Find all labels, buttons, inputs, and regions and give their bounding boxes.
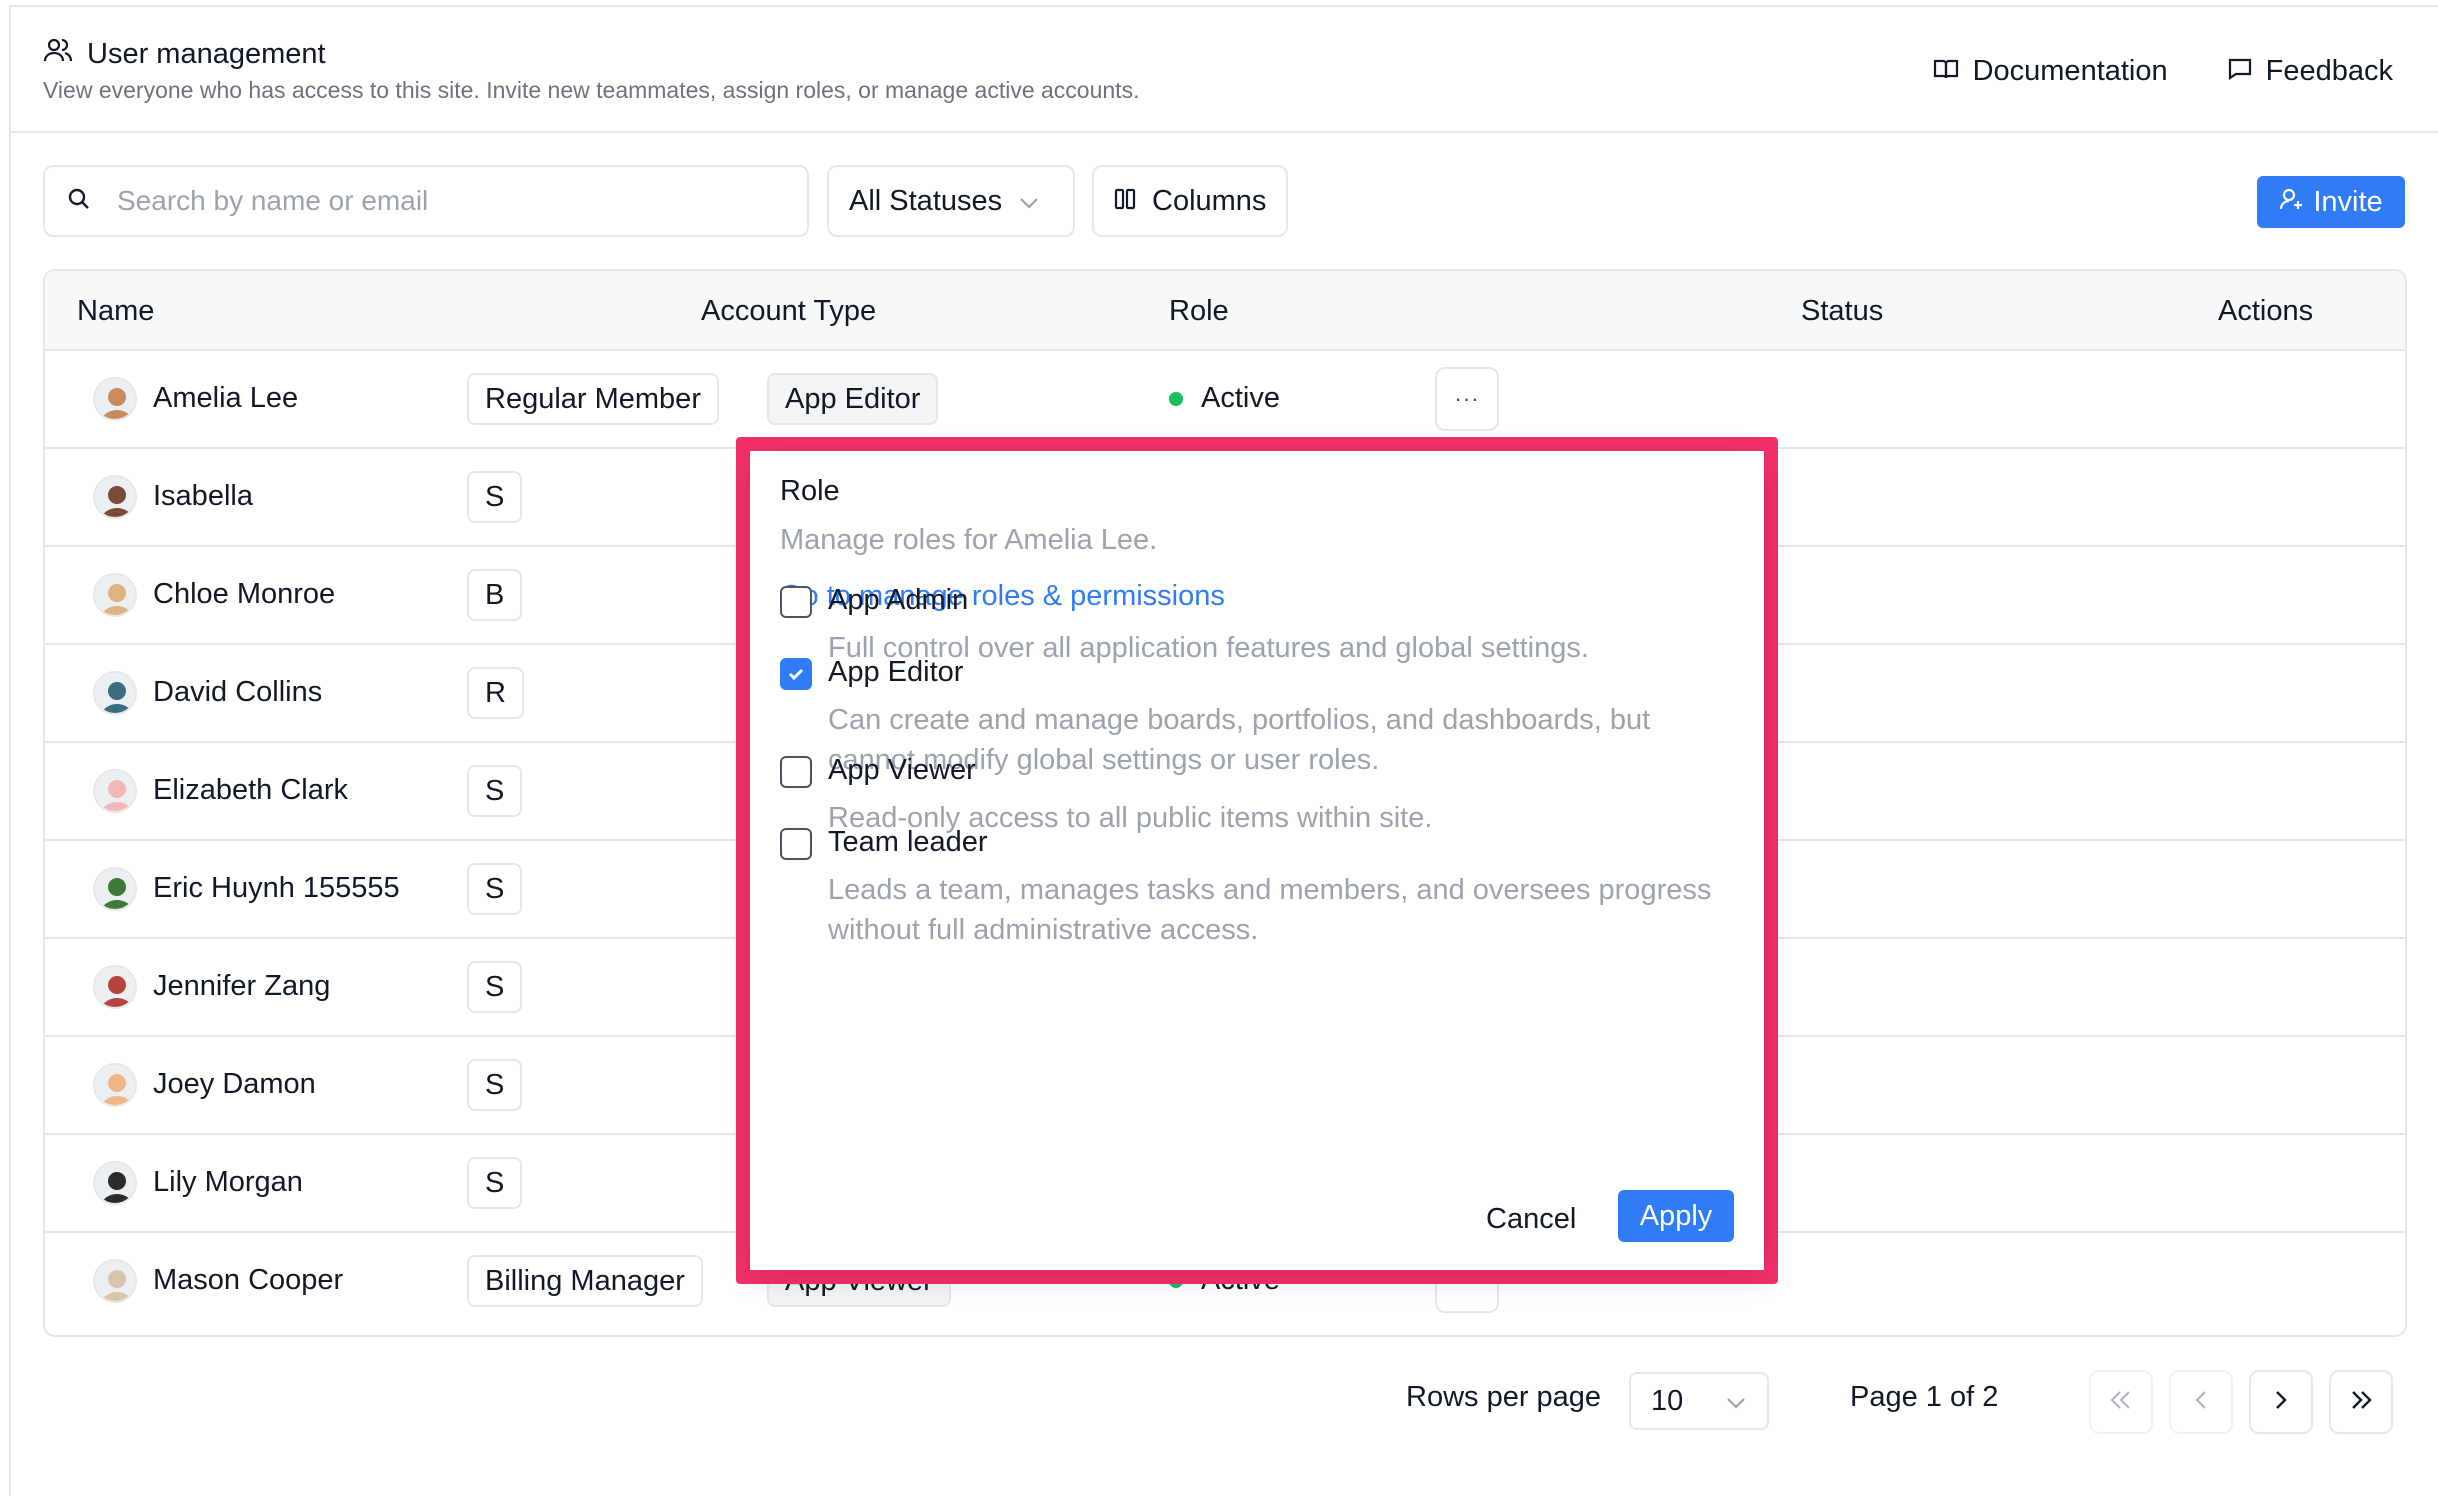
account-type-badge[interactable]: Billing Manager	[467, 1255, 703, 1307]
search-box[interactable]	[43, 165, 809, 237]
avatar	[93, 377, 137, 421]
user-name: Eric Huynh 155555	[153, 872, 400, 904]
account-type-badge[interactable]: S	[467, 961, 523, 1013]
role-option-label: App Admin	[828, 584, 969, 616]
page-title-text: User management	[87, 37, 326, 70]
status-indicator: Active	[1169, 382, 1280, 415]
column-header-status[interactable]: Status	[1801, 295, 1883, 328]
next-page-button[interactable]	[2249, 1370, 2313, 1434]
previous-page-button[interactable]	[2169, 1370, 2233, 1434]
chevron-down-icon	[1725, 1385, 1747, 1418]
chevron-right-icon	[2274, 1389, 2288, 1416]
avatar	[93, 475, 137, 519]
account-type-badge[interactable]: R	[467, 667, 524, 719]
columns-icon	[1114, 185, 1136, 218]
user-name: Isabella	[153, 480, 253, 512]
invite-button[interactable]: Invite	[2257, 176, 2405, 228]
header-links: Documentation Feedback	[1933, 55, 2393, 88]
user-name: Jennifer Zang	[153, 970, 331, 1002]
role-checkbox[interactable]	[780, 828, 812, 860]
account-type-badge[interactable]: Regular Member	[467, 373, 719, 425]
message-icon	[2228, 55, 2252, 88]
role-badge[interactable]: App Editor	[767, 373, 939, 425]
first-page-button[interactable]	[2089, 1370, 2153, 1434]
account-type-badge[interactable]: B	[467, 569, 523, 621]
table-row: Amelia Lee Regular Member App Editor Activ…	[45, 351, 2405, 449]
rows-per-page-select[interactable]: 10	[1629, 1372, 1769, 1430]
page-info: Page 1 of 2	[1850, 1381, 1999, 1413]
account-type-badge[interactable]: S	[467, 1059, 523, 1111]
user-name: Chloe Monroe	[153, 578, 336, 610]
column-header-role[interactable]: Role	[1169, 295, 1229, 328]
role-checkbox[interactable]	[780, 658, 812, 690]
role-option-label: App Viewer	[828, 754, 976, 786]
user-name: Amelia Lee	[153, 382, 299, 414]
search-input[interactable]	[117, 185, 717, 217]
user-name: Lily Morgan	[153, 1166, 303, 1198]
documentation-link[interactable]: Documentation	[1933, 55, 2168, 88]
user-plus-icon	[2279, 186, 2305, 219]
role-option-label: App Editor	[828, 656, 964, 688]
avatar	[93, 573, 137, 617]
status-filter-label: All Statuses	[849, 184, 1003, 217]
user-name: Elizabeth Clark	[153, 774, 349, 806]
column-header-actions: Actions	[2218, 295, 2314, 327]
user-name: David Collins	[153, 676, 323, 708]
role-checkbox[interactable]	[780, 586, 812, 618]
page-subtitle: View everyone who has access to this sit…	[43, 77, 1140, 103]
role-option-label: Team leader	[828, 826, 988, 858]
chevron-left-icon	[2194, 1389, 2208, 1416]
role-checkbox[interactable]	[780, 756, 812, 788]
avatar	[93, 1259, 137, 1303]
page-header: User management View everyone who has ac…	[11, 7, 2438, 133]
chevrons-left-icon	[2109, 1389, 2133, 1416]
avatar	[93, 1063, 137, 1107]
user-name: Joey Damon	[153, 1068, 316, 1100]
users-icon	[43, 37, 73, 71]
avatar	[93, 1161, 137, 1205]
table-header: Name Account Type Role Status Actions	[45, 271, 2405, 351]
column-header-account-type[interactable]: Account Type	[701, 295, 876, 328]
row-actions-button[interactable]: ···	[1435, 367, 1499, 431]
page-title: User management	[43, 37, 326, 71]
columns-label: Columns	[1152, 184, 1267, 217]
documentation-label: Documentation	[1972, 55, 2168, 87]
cancel-button[interactable]: Cancel	[1474, 1193, 1588, 1245]
account-type-badge[interactable]: S	[467, 863, 523, 915]
chevron-down-icon	[1018, 185, 1040, 218]
role-option-description: Leads a team, manages tasks and members,…	[828, 874, 1712, 946]
status-text: Active	[1201, 382, 1280, 414]
avatar	[93, 671, 137, 715]
last-page-button[interactable]	[2329, 1370, 2393, 1434]
user-name: Mason Cooper	[153, 1264, 344, 1296]
column-header-name[interactable]: Name	[77, 295, 154, 328]
avatar	[93, 867, 137, 911]
more-horizontal-icon: ···	[1454, 386, 1480, 411]
search-icon	[67, 187, 91, 216]
chevrons-right-icon	[2349, 1389, 2373, 1416]
role-popover-description: Manage roles for Amelia Lee.	[780, 524, 1158, 556]
invite-label: Invite	[2313, 185, 2383, 218]
status-filter-select[interactable]: All Statuses	[827, 165, 1075, 237]
apply-button[interactable]: Apply	[1618, 1190, 1734, 1242]
avatar	[93, 769, 137, 813]
book-icon	[1933, 55, 1959, 88]
role-popover-title: Role	[780, 475, 840, 507]
feedback-link[interactable]: Feedback	[2228, 55, 2393, 88]
rows-per-page-value: 10	[1651, 1384, 1684, 1417]
status-dot	[1169, 391, 1183, 406]
check-icon	[788, 668, 804, 681]
account-type-badge[interactable]: S	[467, 471, 523, 523]
role-popover: Role Manage roles for Amelia Lee. Go to …	[750, 451, 1764, 1270]
avatar	[93, 965, 137, 1009]
rows-per-page-label: Rows per page	[1406, 1381, 1602, 1413]
columns-button[interactable]: Columns	[1092, 165, 1288, 237]
account-type-badge[interactable]: S	[467, 765, 523, 817]
feedback-label: Feedback	[2265, 55, 2393, 87]
account-type-badge[interactable]: S	[467, 1157, 523, 1209]
